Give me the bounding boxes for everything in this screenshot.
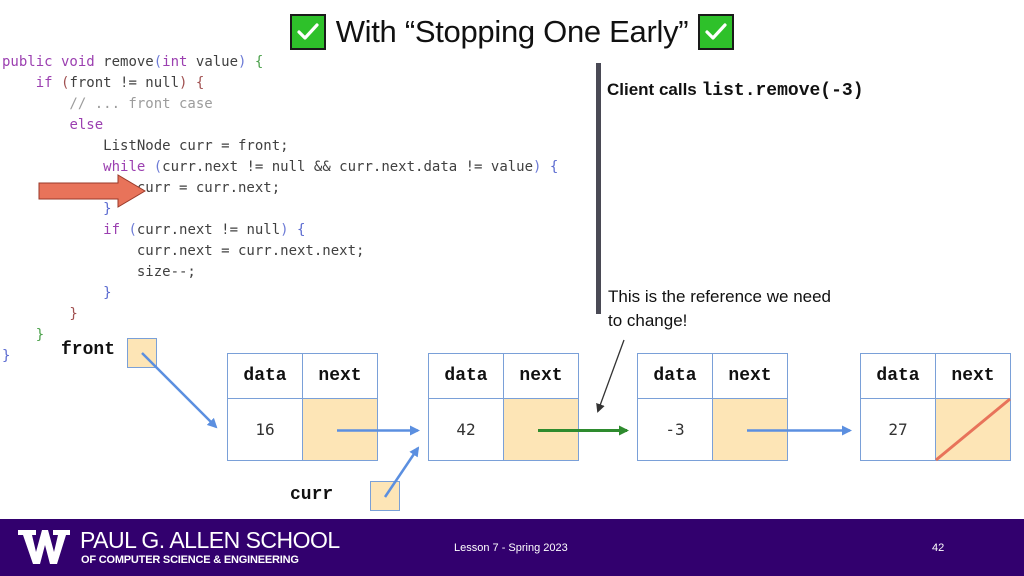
code-line: if (curr.next != null) { [2,220,558,241]
check-box-icon [698,14,735,50]
code-line: curr.next = curr.next.next; [2,241,558,262]
node-data-header: data [429,354,504,399]
list-node: data next 42 [428,353,579,461]
node-next-field [936,399,1010,460]
code-line: else [2,115,558,136]
code-token: ) [280,222,289,238]
page-number: 42 [932,542,945,554]
client-call-code: list.remove(-3) [701,81,864,101]
code-token: ( [52,75,70,91]
code-line: if (front != null) { [2,73,558,94]
reference-note: This is the reference we need to change! [608,287,832,330]
slide-title: With “Stopping One Early” [335,14,689,49]
client-call-caption: Client calls list.remove(-3) [607,80,864,101]
code-token: else [69,117,104,133]
code-line: public void remove(int value) { [2,52,558,73]
curr-label: curr [290,485,334,505]
code-token: // ... front case [2,96,213,112]
code-token: } [2,306,78,322]
node-next-field [713,399,787,460]
divider-bar [596,63,601,314]
code-token: { [288,222,306,238]
node-next-field [303,399,377,460]
uw-logo-icon [18,530,70,564]
code-line: size--; [2,262,558,283]
check-box-icon [289,14,326,50]
code-line: ListNode curr = front; [2,136,558,157]
code-line: // ... front case [2,94,558,115]
code-token: int [162,54,188,70]
front-label: front [61,340,116,360]
node-next-header: next [936,354,1010,399]
current-line-arrow-icon [38,174,146,208]
node-next-field [504,399,578,460]
code-token: } [2,327,45,343]
code-token: if [103,222,121,238]
lesson-label: Lesson 7 - Spring 2023 [454,542,568,554]
curr-pointer-box [370,481,400,511]
list-node: data next 27 [860,353,1011,461]
code-token: { [541,159,559,175]
list-node: data next 16 [227,353,378,461]
code-token: remove [103,54,154,70]
code-line: } [2,283,558,304]
code-token: { [246,54,264,70]
code-token: public void [2,54,104,70]
client-call-prefix: Client calls [607,80,702,99]
node-data-value: 27 [861,399,936,460]
note-pointer-arrow [596,339,625,413]
code-token: curr.next != null && curr.next.data != v… [162,159,534,175]
slide-title-bar: With “Stopping One Early” [0,8,1024,56]
front-pointer-box [127,338,157,368]
list-node: data next -3 [637,353,788,461]
code-token: front != null [69,75,180,91]
code-token: if [35,75,53,91]
code-token: ListNode curr = front; [2,138,289,154]
code-token: } [2,348,11,364]
node-next-header: next [713,354,787,399]
node-data-value: 16 [228,399,303,460]
node-next-header: next [303,354,377,399]
code-token: ( [145,159,163,175]
code-token: size--; [2,264,196,280]
node-data-header: data [228,354,303,399]
code-token: value [187,54,239,70]
code-token: ( [120,222,137,238]
code-token: ( [153,54,163,70]
node-next-header: next [504,354,578,399]
node-data-value: 42 [429,399,504,460]
code-token: } [2,285,112,301]
node-data-header: data [638,354,713,399]
code-token: curr.next = curr.next.next; [2,243,365,259]
school-name-line1: PAUL G. ALLEN SCHOOL [80,527,340,553]
node-data-header: data [861,354,936,399]
school-name-line2: OF COMPUTER SCIENCE & ENGINEERING [81,554,299,566]
code-token: curr.next != null [136,222,281,238]
code-line: } [2,304,558,325]
slide-footer: PAUL G. ALLEN SCHOOL OF COMPUTER SCIENCE… [0,519,1024,576]
code-listing: public void remove(int value) { if (fron… [2,52,558,367]
node-data-value: -3 [638,399,713,460]
code-token: while [103,159,146,175]
code-token: { [187,75,205,91]
